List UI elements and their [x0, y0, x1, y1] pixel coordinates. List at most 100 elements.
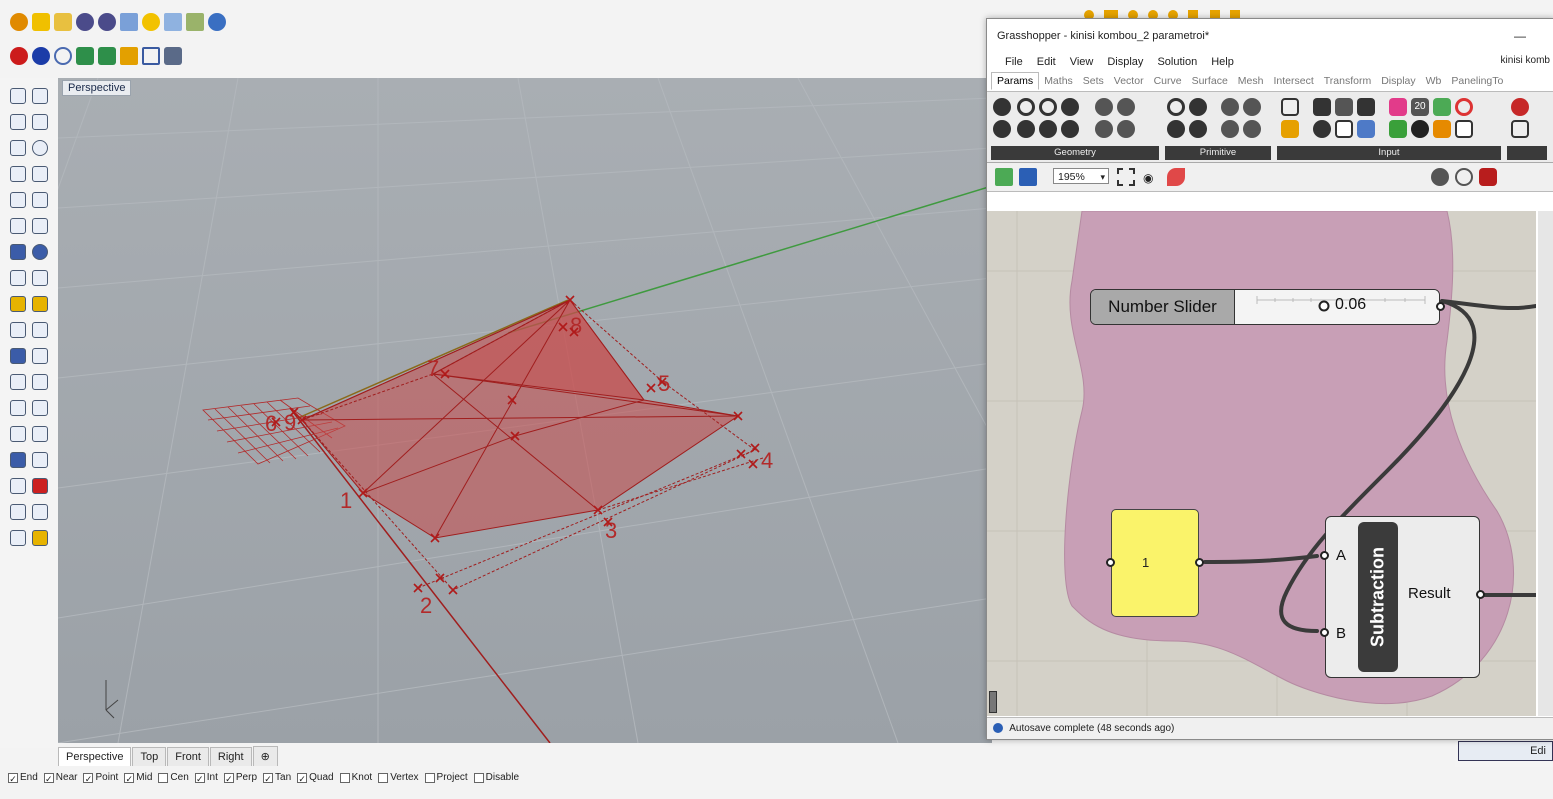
tab-right[interactable]: Right — [209, 747, 252, 766]
tab-display[interactable]: Display — [1376, 73, 1420, 89]
number-slider[interactable]: Number Slider 0.06 — [1090, 289, 1440, 325]
eye-icon[interactable]: ◉ — [1143, 171, 1153, 185]
analyze-tool-icon[interactable] — [10, 452, 26, 468]
osnap-point[interactable]: ✓ Point — [83, 772, 118, 784]
sphere-outline-icon[interactable] — [54, 47, 72, 65]
input-b-grip[interactable] — [1320, 628, 1329, 637]
boolean-tool-icon[interactable] — [32, 296, 48, 312]
tab-curve[interactable]: Curve — [1149, 73, 1187, 89]
sphere-red-icon[interactable] — [10, 47, 28, 65]
osnap-vertex[interactable]: Vertex — [378, 772, 419, 783]
sun-icon[interactable] — [142, 13, 160, 31]
number-slider-icon[interactable] — [1411, 120, 1429, 138]
point-param-icon[interactable] — [1117, 120, 1135, 138]
osnap-int-checkbox[interactable]: ✓ — [194, 772, 205, 784]
osnap-cen[interactable]: Cen — [158, 772, 189, 783]
solid-tool-icon[interactable] — [10, 244, 26, 260]
geometry-param-icon[interactable] — [993, 120, 1011, 138]
cylinder-icon[interactable] — [164, 47, 182, 65]
open-file-icon[interactable] — [995, 168, 1013, 186]
osnap-perp[interactable]: ✓ Perp — [223, 772, 257, 784]
control-knob-icon[interactable] — [1313, 120, 1331, 138]
box-param-icon[interactable] — [993, 98, 1011, 116]
osnap-point-checkbox[interactable]: ✓ — [83, 772, 94, 784]
slider-output-grip[interactable] — [1436, 302, 1445, 311]
clock-icon[interactable] — [1433, 98, 1451, 116]
move-tool-icon[interactable] — [10, 374, 26, 390]
osnap-mid-checkbox[interactable]: ✓ — [124, 772, 135, 784]
osnap-disable-checkbox[interactable] — [473, 772, 484, 783]
panel-icon[interactable] — [1433, 120, 1451, 138]
curve-param-icon[interactable] — [1095, 98, 1113, 116]
preview-wire-icon[interactable] — [1431, 168, 1449, 186]
edit-button[interactable]: Edi — [1458, 741, 1553, 761]
tab-wb[interactable]: Wb — [1421, 73, 1447, 89]
frame-icon[interactable] — [142, 47, 160, 65]
sketch-icon[interactable] — [1167, 168, 1185, 186]
input-a-grip[interactable] — [1320, 551, 1329, 560]
help-icon[interactable] — [208, 13, 226, 31]
explode-tool-icon[interactable] — [32, 348, 48, 364]
tab-surface[interactable]: Surface — [1187, 73, 1233, 89]
canvas-left-handle[interactable] — [989, 691, 997, 713]
panel-component[interactable]: 1 — [1111, 509, 1199, 617]
rhino-logo-icon[interactable] — [10, 13, 28, 31]
md-slider-icon[interactable] — [1357, 120, 1375, 138]
dimension-tool-icon[interactable] — [32, 452, 48, 468]
preview-shaded-icon[interactable] — [1455, 168, 1473, 186]
colour-param-icon[interactable] — [1221, 120, 1239, 138]
check-tool-icon[interactable] — [10, 504, 26, 520]
osnap-mid[interactable]: ✓ Mid — [124, 772, 152, 784]
output-result-grip[interactable] — [1476, 590, 1485, 599]
add-viewport-icon[interactable]: ⊕ — [252, 746, 278, 766]
grasshopper-titlebar[interactable]: Grasshopper - kinisi kombou_2 parametroi… — [987, 19, 1553, 53]
environment-icon[interactable] — [164, 13, 182, 31]
loft-tool-icon[interactable] — [32, 218, 48, 234]
tab-params[interactable]: Params — [991, 72, 1040, 90]
menu-help[interactable]: Help — [1211, 56, 1234, 68]
osnap-knot-checkbox[interactable] — [339, 772, 350, 783]
gradient-icon[interactable] — [1389, 98, 1407, 116]
osnap-project-checkbox[interactable] — [424, 772, 435, 783]
subtraction-component[interactable]: A B Subtraction Result — [1325, 516, 1480, 678]
cone-icon[interactable] — [120, 47, 138, 65]
tree-icon[interactable] — [1511, 120, 1529, 138]
digit-scroller-icon[interactable] — [1335, 98, 1353, 116]
mesh-tool-icon[interactable] — [10, 270, 26, 286]
osnap-vertex-checkbox[interactable] — [378, 772, 389, 783]
menu-view[interactable]: View — [1070, 56, 1094, 68]
line-tool-icon[interactable] — [10, 114, 26, 130]
menu-edit[interactable]: Edit — [1037, 56, 1056, 68]
osnap-knot[interactable]: Knot — [339, 772, 372, 783]
graph-mapper-icon[interactable] — [1357, 98, 1375, 116]
osnap-tan-checkbox[interactable]: ✓ — [263, 772, 274, 784]
polygon-tool-icon[interactable] — [10, 192, 26, 208]
sphere-tool-icon[interactable] — [32, 244, 48, 260]
domain-param-icon[interactable] — [1189, 120, 1207, 138]
calendar-icon[interactable]: 20 — [1411, 98, 1429, 116]
tab-transform[interactable]: Transform — [1319, 73, 1376, 89]
grid-tool-icon[interactable] — [10, 478, 26, 494]
material-icon[interactable] — [32, 13, 50, 31]
surface-tool-icon[interactable] — [10, 218, 26, 234]
canvas-scrollbar[interactable] — [1538, 211, 1553, 716]
osnap-project[interactable]: Project — [424, 772, 468, 783]
osnap-near-checkbox[interactable]: ✓ — [43, 772, 54, 784]
panel-output-grip[interactable] — [1195, 558, 1204, 567]
text-param-icon[interactable] — [1243, 98, 1261, 116]
osnap-disable[interactable]: Disable — [473, 772, 519, 783]
boolean-param-icon[interactable] — [1167, 98, 1185, 116]
osnap-perp-checkbox[interactable]: ✓ — [223, 772, 234, 784]
group-param-icon[interactable] — [1017, 120, 1035, 138]
polyline-tool-icon[interactable] — [32, 114, 48, 130]
extrude-tool-icon[interactable] — [32, 270, 48, 286]
bezier-graph-icon[interactable] — [1455, 120, 1473, 138]
render-icon[interactable] — [76, 13, 94, 31]
button-input-icon[interactable] — [1313, 98, 1331, 116]
menu-solution[interactable]: Solution — [1157, 56, 1197, 68]
mesh-param-icon[interactable] — [1061, 120, 1079, 138]
gene-pool-icon[interactable] — [1389, 120, 1407, 138]
osnap-tan[interactable]: ✓ Tan — [263, 772, 291, 784]
fillet-tool-icon[interactable] — [32, 192, 48, 208]
rotate-tool-icon[interactable] — [32, 374, 48, 390]
